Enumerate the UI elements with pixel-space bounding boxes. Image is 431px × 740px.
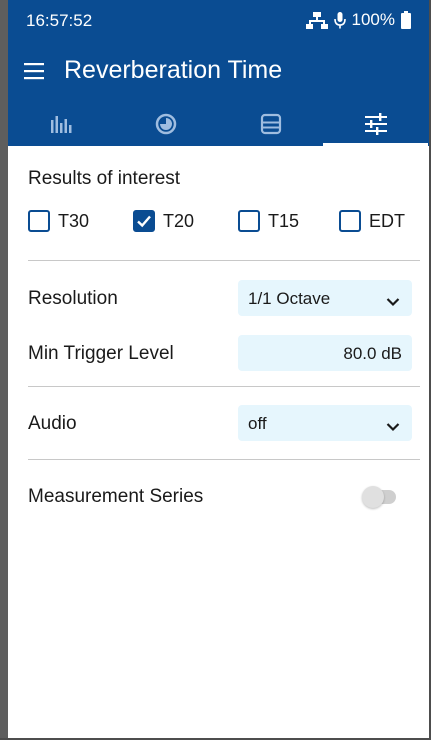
tab-bar xyxy=(8,106,429,146)
microphone-icon xyxy=(333,11,346,29)
min-trigger-value: 80.0 dB xyxy=(343,344,402,363)
checkbox-box[interactable] xyxy=(339,210,361,232)
resolution-value: 1/1 Octave xyxy=(248,289,331,308)
checkbox-label: T30 xyxy=(58,210,90,231)
tab-bar-chart[interactable] xyxy=(8,106,113,146)
battery-level: 100% xyxy=(351,10,395,29)
resolution-label: Resolution xyxy=(28,288,118,309)
measurement-series-toggle[interactable] xyxy=(362,486,396,508)
table-icon xyxy=(260,113,282,140)
audio-value: off xyxy=(248,414,267,433)
checkbox-box[interactable] xyxy=(133,210,155,232)
chevron-down-icon xyxy=(386,417,400,437)
checkbox-box[interactable] xyxy=(238,210,260,232)
divider xyxy=(28,459,420,460)
settings-panel: Results of interest T30 T20 T15 EDT Reso… xyxy=(8,146,429,740)
checkbox-label: EDT xyxy=(369,210,405,231)
min-trigger-label: Min Trigger Level xyxy=(28,343,174,364)
checkbox-label: T15 xyxy=(268,210,300,231)
sliders-icon xyxy=(364,112,388,140)
hamburger-icon[interactable] xyxy=(22,59,46,83)
battery-icon xyxy=(401,11,411,29)
checkbox-box[interactable] xyxy=(28,210,50,232)
pie-chart-icon xyxy=(155,113,177,140)
resolution-select[interactable]: 1/1 Octave xyxy=(238,280,412,316)
results-title: Results of interest xyxy=(28,168,181,189)
checkbox-t15[interactable]: T15 xyxy=(238,210,299,232)
results-checkboxes: T30 T20 T15 EDT xyxy=(28,210,418,238)
audio-select[interactable]: off xyxy=(238,405,412,441)
tab-settings[interactable] xyxy=(323,106,428,146)
checkmark-icon xyxy=(137,215,151,228)
checkbox-edt[interactable]: EDT xyxy=(339,210,405,232)
toggle-knob[interactable] xyxy=(362,486,384,508)
tab-table[interactable] xyxy=(218,106,323,146)
status-icons: 100% xyxy=(305,10,411,30)
measurement-series-label: Measurement Series xyxy=(28,486,204,507)
audio-label: Audio xyxy=(28,413,77,434)
checkbox-t30[interactable]: T30 xyxy=(28,210,89,232)
checkbox-label: T20 xyxy=(163,210,195,231)
divider xyxy=(28,260,420,261)
status-time: 16:57:52 xyxy=(26,11,93,30)
network-icon xyxy=(305,11,328,29)
page-title: Reverberation Time xyxy=(64,56,283,84)
checkbox-t20[interactable]: T20 xyxy=(133,210,194,232)
device-edge xyxy=(0,0,8,740)
bar-chart-icon xyxy=(50,114,72,139)
tab-pie-chart[interactable] xyxy=(113,106,218,146)
app-bar: Reverberation Time xyxy=(8,40,429,106)
chevron-down-icon xyxy=(386,292,400,312)
divider xyxy=(28,386,420,387)
min-trigger-input[interactable]: 80.0 dB xyxy=(238,335,412,371)
status-bar: 16:57:52 100% xyxy=(8,0,429,40)
